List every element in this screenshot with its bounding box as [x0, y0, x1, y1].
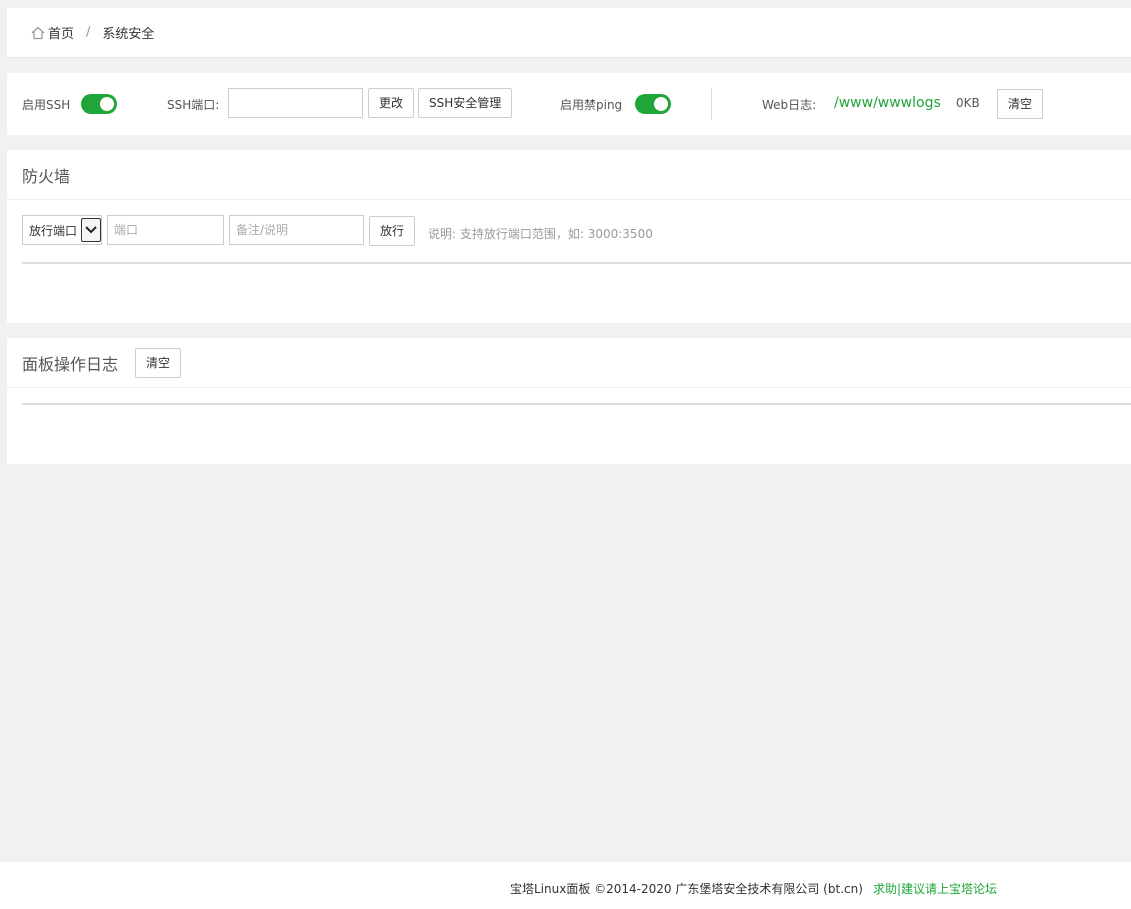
- footer: 宝塔Linux面板 ©2014-2020 广东堡塔安全技术有限公司 (bt.cn…: [0, 862, 1131, 909]
- ssh-settings-bar: 启用SSH SSH端口: 更改 SSH安全管理 启用禁ping Web日志: /…: [7, 73, 1131, 135]
- allow-port-button[interactable]: 放行: [369, 216, 416, 246]
- breadcrumb-current: 系统安全: [102, 27, 155, 42]
- footer-help-link[interactable]: 求助|建议请上宝塔论坛: [873, 880, 997, 897]
- firewall-table-divider: [22, 262, 1131, 264]
- ping-disable-toggle[interactable]: [635, 94, 671, 114]
- ssh-port-input[interactable]: [228, 88, 363, 118]
- firewall-type-select[interactable]: 放行端口: [22, 215, 102, 245]
- weblog-size: 0KB: [956, 96, 980, 110]
- panel-log-table-divider: [22, 403, 1131, 405]
- ssh-enable-label: 启用SSH: [22, 98, 71, 112]
- chevron-down-icon[interactable]: [81, 218, 101, 242]
- firewall-panel: 防火墙 放行端口 放行 说明: 支持放行端口范围，如: 3000:3500: [7, 150, 1131, 323]
- home-icon[interactable]: [30, 25, 46, 41]
- clear-panel-log-button[interactable]: 清空: [135, 347, 182, 378]
- clear-weblog-button[interactable]: 清空: [997, 89, 1044, 119]
- ssh-enable-toggle[interactable]: [81, 94, 117, 114]
- footer-copyright: 宝塔Linux面板 ©2014-2020 广东堡塔安全技术有限公司 (bt.cn…: [510, 882, 863, 896]
- ssh-port-label: SSH端口:: [167, 98, 220, 112]
- breadcrumb: 首页 / 系统安全: [7, 8, 1131, 58]
- weblog-path-link[interactable]: /www/wwwlogs: [834, 95, 941, 111]
- breadcrumb-separator: /: [86, 25, 91, 40]
- panel-log-panel: 面板操作日志 清空: [7, 338, 1131, 464]
- weblog-label: Web日志:: [762, 98, 817, 112]
- change-port-button[interactable]: 更改: [368, 88, 415, 118]
- breadcrumb-home-link[interactable]: 首页: [48, 23, 74, 42]
- ping-disable-label: 启用禁ping: [560, 98, 623, 112]
- panel-log-header: 面板操作日志 清空: [7, 338, 1131, 388]
- firewall-hint: 说明: 支持放行端口范围，如: 3000:3500: [428, 227, 653, 241]
- firewall-title: 防火墙: [7, 150, 1131, 200]
- page: 首页 / 系统安全 启用SSH SSH端口: 更改 SSH安全管理 启用禁pin…: [0, 0, 1131, 909]
- firewall-port-input[interactable]: [107, 215, 224, 245]
- divider: [711, 88, 712, 120]
- firewall-type-value: 放行端口: [29, 223, 78, 238]
- firewall-remark-input[interactable]: [229, 215, 364, 245]
- ssh-security-manage-button[interactable]: SSH安全管理: [418, 88, 513, 118]
- panel-log-title: 面板操作日志: [22, 354, 119, 374]
